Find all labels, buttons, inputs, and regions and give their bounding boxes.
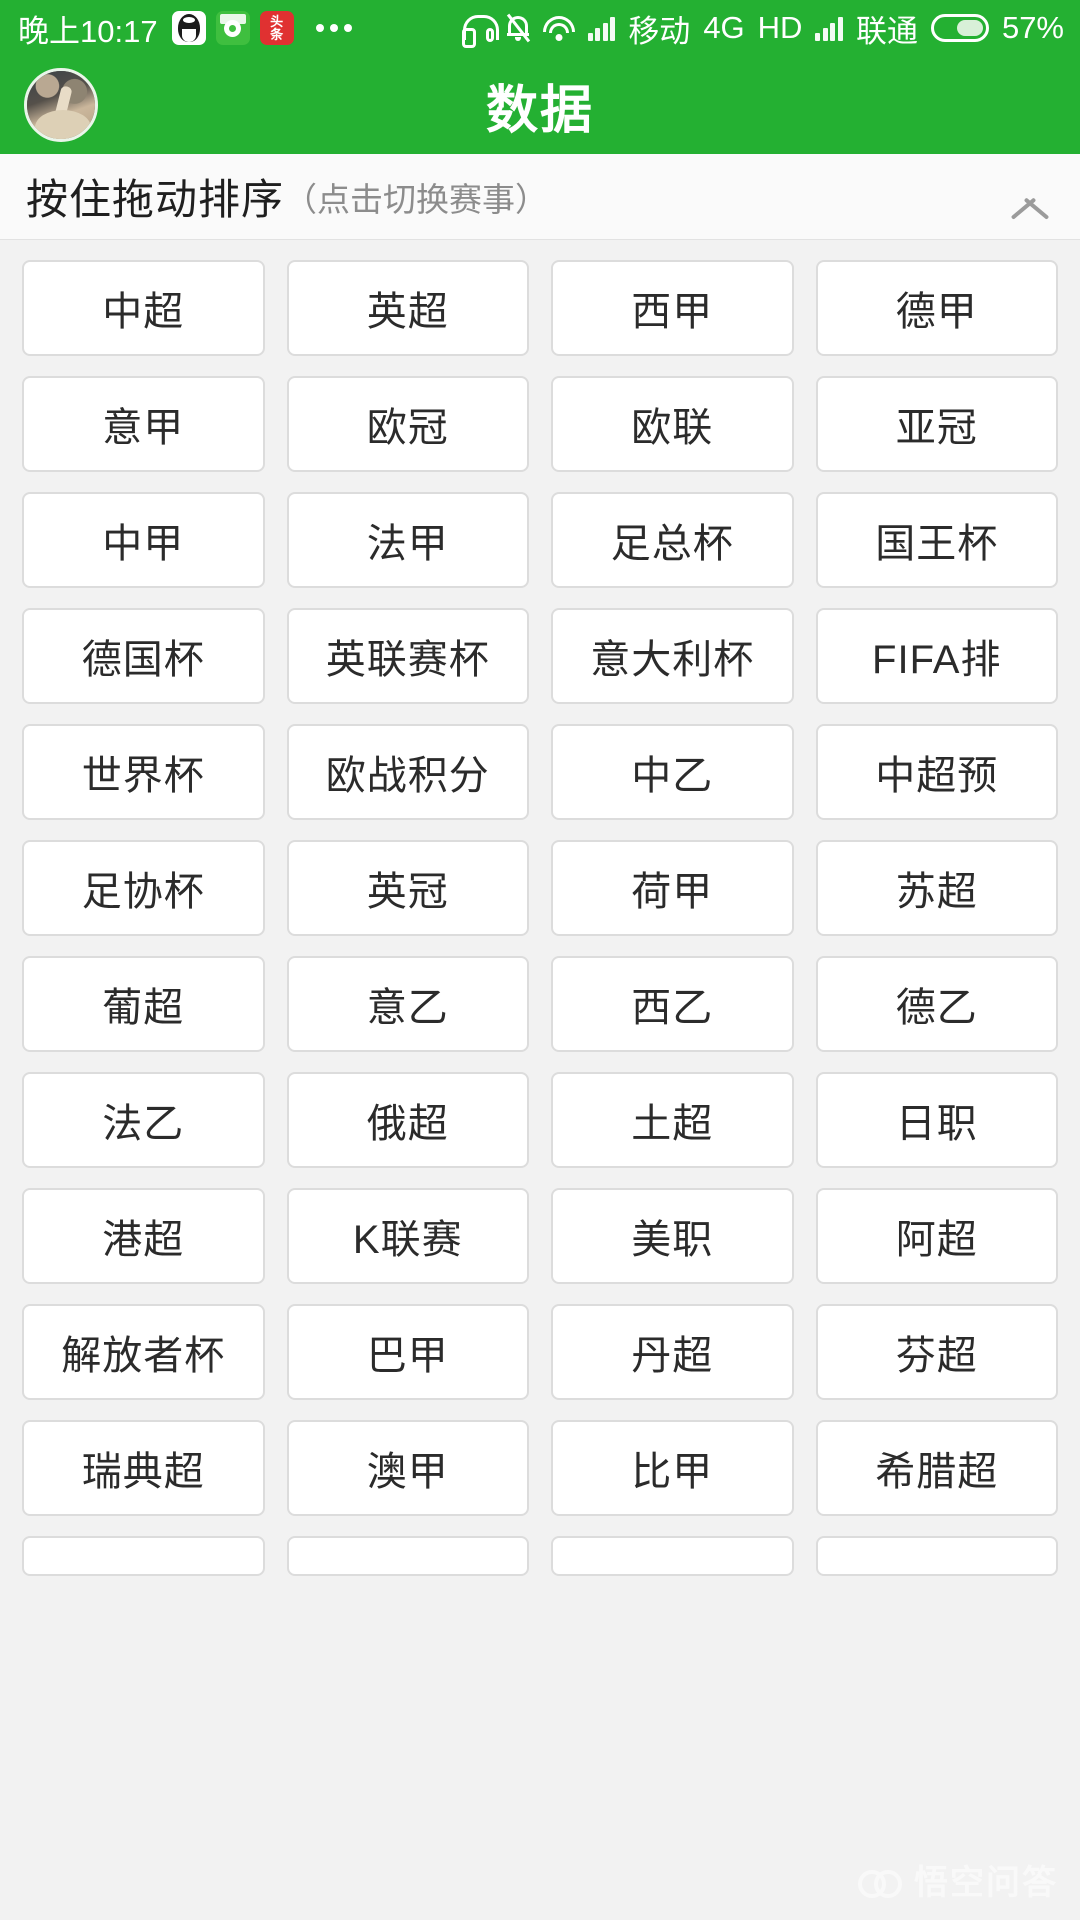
toutiao-icon: 头条 [259,11,294,45]
score-app-icon [215,11,250,45]
league-cell[interactable]: 德甲 [815,260,1058,356]
league-cell[interactable]: 葡超 [22,956,265,1052]
league-cell[interactable]: 足协杯 [22,840,265,936]
carrier-label-sim2: 联通 [855,13,918,49]
league-cell[interactable]: 中甲 [22,492,265,588]
status-system-icons: 移动 4G HD 联通 57% [461,6,1064,51]
league-cell[interactable]: 西甲 [551,260,794,356]
wukong-logo-icon [858,1866,904,1898]
league-grid-container: 中超 英超 西甲 德甲意甲 欧冠 欧联 亚冠中甲 法甲 足总杯 国王杯德国杯 英联赛杯 意大利杯 FIF… [0,240,1080,1576]
battery-percent-label: 57% [1001,10,1064,45]
league-cell[interactable]: 法乙 [22,1072,265,1168]
league-cell[interactable]: 芬超 [815,1304,1058,1400]
league-cell[interactable]: 巴甲 [286,1304,529,1400]
carrier-label-sim1: 移动 [628,13,691,49]
league-cell[interactable]: 足总杯 [551,492,794,588]
page-title: 数据 [485,81,594,140]
league-cell[interactable]: 解放者杯 [22,1304,265,1400]
league-cell[interactable]: 俄超 [286,1072,529,1168]
league-cell[interactable]: 德国杯 [22,608,265,704]
league-cell[interactable]: 瑞典超 [22,1420,265,1516]
hd-label: HD [757,10,803,45]
qq-icon [171,11,206,45]
league-cell[interactable]: 日职 [815,1072,1058,1168]
league-cell[interactable]: 港超 [22,1188,265,1284]
status-bar: 晚上10:17 头条 移动 4G HD 联通 57% [0,0,1080,56]
league-cell[interactable]: 国王杯 [815,492,1058,588]
sort-hint-label: 按住拖动排序 [26,176,285,223]
league-cell[interactable]: 丹超 [551,1304,794,1400]
league-cell[interactable]: K联赛 [286,1188,529,1284]
league-cell[interactable]: 欧战积分 [286,724,529,820]
league-cell[interactable]: 法甲 [286,492,529,588]
league-cell[interactable]: 英联赛杯 [286,608,529,704]
league-cell[interactable]: 澳甲 [286,1420,529,1516]
league-cell[interactable]: 德乙 [815,956,1058,1052]
league-cell[interactable]: 阿超 [815,1188,1058,1284]
league-cell[interactable]: 欧联 [551,376,794,472]
league-cell[interactable]: 英冠 [286,840,529,936]
league-cell-partial[interactable] [286,1536,529,1576]
more-notifications-icon [315,24,352,32]
status-notification-icons: 头条 [171,11,352,45]
status-time: 晚上10:17 [18,13,158,49]
league-cell[interactable]: 中乙 [551,724,794,820]
league-cell[interactable]: 荷甲 [551,840,794,936]
league-cell[interactable]: 意甲 [22,376,265,472]
watermark-label: 悟空问答 [914,1864,1058,1902]
league-cell[interactable]: 土超 [551,1072,794,1168]
league-cell[interactable]: 亚冠 [815,376,1058,472]
league-cell[interactable]: 世界杯 [22,724,265,820]
league-cell[interactable]: 中超 [22,260,265,356]
bell-muted-icon [506,13,530,43]
league-cell[interactable]: 英超 [286,260,529,356]
headset-icon [461,15,499,48]
league-cell[interactable]: 比甲 [551,1420,794,1516]
league-cell[interactable]: 希腊超 [815,1420,1058,1516]
watermark: 悟空问答 [858,1855,1058,1904]
user-avatar[interactable] [24,68,98,142]
signal-icon-sim2 [815,16,843,41]
league-cell[interactable]: 意乙 [286,956,529,1052]
league-cell[interactable]: 西乙 [551,956,794,1052]
league-cell[interactable]: 欧冠 [286,376,529,472]
chevron-up-icon[interactable] [1006,173,1054,221]
battery-icon [930,14,989,42]
league-cell-partial[interactable] [22,1536,265,1576]
switch-competition-hint-label: （点击切换赛事） [284,180,549,218]
signal-icon-sim1 [587,16,616,41]
wifi-icon [542,15,575,41]
sort-section-header[interactable]: 按住拖动排序 （点击切换赛事） [0,154,1080,240]
league-cell[interactable]: 美职 [551,1188,794,1284]
network-type-label: 4G [703,10,745,45]
league-cell-partial[interactable] [551,1536,794,1576]
league-cell-partial[interactable] [815,1536,1058,1576]
league-cell[interactable]: FIFA排 [815,608,1058,704]
title-bar: 数据 [0,56,1080,154]
league-cell[interactable]: 苏超 [815,840,1058,936]
league-cell[interactable]: 意大利杯 [551,608,794,704]
league-cell[interactable]: 中超预 [815,724,1058,820]
app-root: 晚上10:17 头条 移动 4G HD 联通 57% 数据 按住拖动排序 （点击… [0,0,1080,1920]
league-grid: 中超 英超 西甲 德甲意甲 欧冠 欧联 亚冠中甲 法甲 足总杯 国王杯德国杯 英联赛杯 意大利杯 FIF… [22,260,1058,1576]
